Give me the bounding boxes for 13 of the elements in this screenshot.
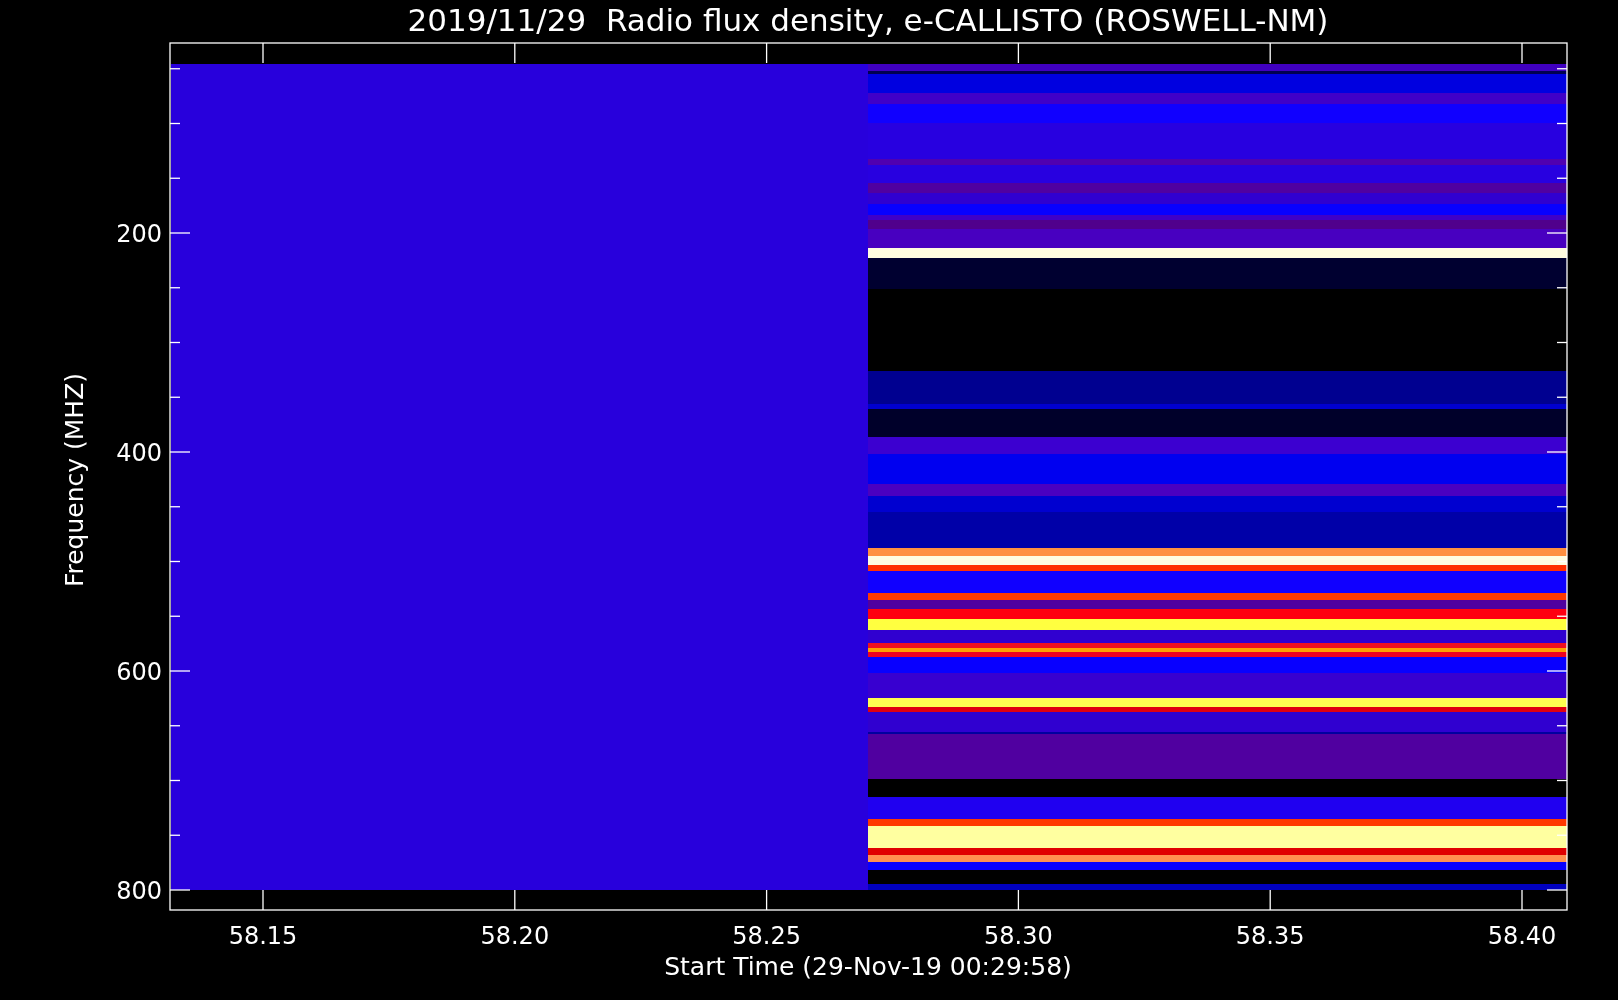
y-tick-label: 600 (116, 658, 162, 686)
x-tick-label: 58.20 (480, 922, 550, 950)
x-tick-label: 58.35 (1235, 922, 1305, 950)
y-tick-label: 400 (116, 439, 162, 467)
x-tick-label: 58.15 (228, 922, 298, 950)
x-tick-label: 58.30 (984, 922, 1053, 950)
y-axis-title: Frequency (MHZ) (60, 372, 89, 588)
x-tick-label: 58.25 (732, 922, 801, 950)
y-tick-label: 200 (116, 220, 162, 248)
plot-title: 2019/11/29 Radio flux density, e-CALLISTO (ROSWELL-NM) (407, 2, 1329, 38)
x-axis-title: Start Time (29-Nov-19 00:29:58) (664, 952, 1072, 981)
y-tick-label: 800 (116, 877, 162, 905)
x-tick-label: 58.40 (1487, 922, 1557, 950)
